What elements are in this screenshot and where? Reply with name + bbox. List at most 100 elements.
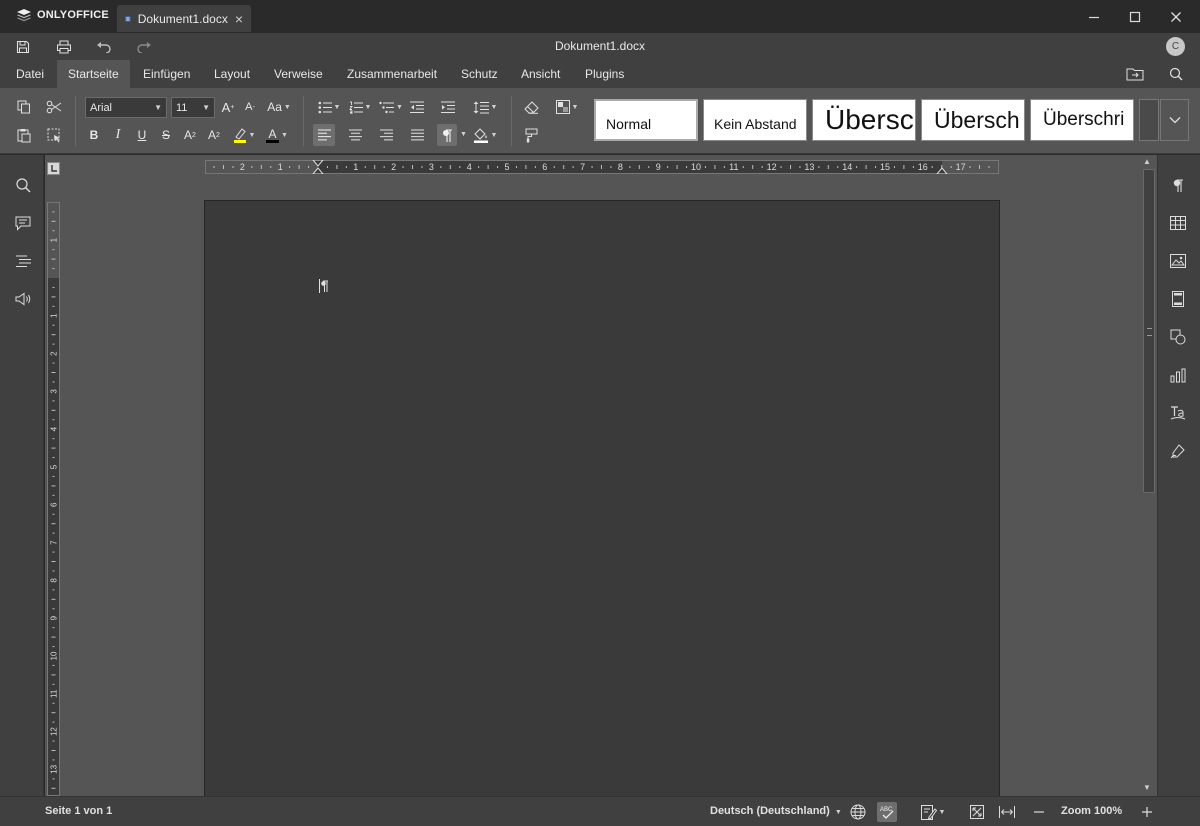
right-sidebar: [1157, 155, 1200, 796]
save-icon[interactable]: [14, 38, 32, 56]
signature-settings-icon[interactable]: [1166, 439, 1190, 463]
multilevel-list-button[interactable]: ▼: [377, 96, 405, 118]
scroll-up-icon[interactable]: ▲: [1143, 157, 1151, 166]
paragraph-shading-button[interactable]: ▼: [470, 124, 500, 146]
paragraph-settings-icon[interactable]: [1166, 173, 1190, 197]
chart-settings-icon[interactable]: [1166, 363, 1190, 387]
align-right-icon[interactable]: [375, 124, 397, 146]
clear-style-icon[interactable]: [520, 96, 542, 118]
copy-style-icon[interactable]: [520, 124, 542, 146]
zoom-out-icon[interactable]: [1029, 802, 1049, 822]
tab-datei[interactable]: Datei: [5, 60, 55, 88]
search-icon[interactable]: [1167, 65, 1185, 83]
redo-icon[interactable]: [135, 38, 153, 56]
close-tab-icon[interactable]: ×: [235, 11, 243, 27]
vertical-ruler[interactable]: 112345678910111213: [47, 202, 60, 796]
style-kein-abstand[interactable]: Kein Abstand: [703, 99, 807, 141]
scroll-grip-icon: [1147, 328, 1152, 336]
open-file-location-icon[interactable]: [1126, 65, 1144, 83]
highlight-color-button[interactable]: ▼: [229, 124, 259, 146]
print-icon[interactable]: [55, 38, 73, 56]
ruler-number: 11: [729, 162, 738, 172]
tab-ansicht[interactable]: Ansicht: [510, 60, 571, 88]
ruler-number: 12: [767, 162, 777, 172]
navigation-icon[interactable]: [11, 249, 35, 273]
decrease-font-button[interactable]: A-: [239, 96, 261, 118]
comments-icon[interactable]: [11, 211, 35, 235]
document-language-icon[interactable]: [848, 802, 868, 822]
vertical-scrollbar[interactable]: ▲ ▼: [1141, 155, 1157, 796]
track-changes-button[interactable]: ▼: [918, 802, 948, 822]
document-tab[interactable]: Dokument1.docx ×: [117, 5, 251, 32]
page-count[interactable]: Seite 1 von 1: [45, 805, 112, 817]
shape-settings-icon[interactable]: [1166, 325, 1190, 349]
font-color-button[interactable]: A ▼: [262, 124, 292, 146]
image-settings-icon[interactable]: [1166, 249, 1190, 273]
cut-icon[interactable]: [43, 96, 65, 118]
copy-icon[interactable]: [13, 96, 35, 118]
tab-zusammenarbeit[interactable]: Zusammenarbeit: [336, 60, 448, 88]
header-footer-settings-icon[interactable]: [1166, 287, 1190, 311]
style-heading-3[interactable]: Überschri: [1030, 99, 1134, 141]
undo-icon[interactable]: [95, 38, 113, 56]
justify-icon[interactable]: [406, 124, 428, 146]
italic-button[interactable]: I: [107, 124, 129, 146]
decrease-indent-icon[interactable]: [406, 96, 428, 118]
zoom-level[interactable]: Zoom 100%: [1061, 805, 1122, 817]
bold-button[interactable]: B: [83, 124, 105, 146]
subscript-button[interactable]: A2: [203, 124, 225, 146]
tab-layout[interactable]: Layout: [203, 60, 261, 88]
numbering-button[interactable]: ▼: [346, 96, 374, 118]
tab-stop-selector[interactable]: [47, 162, 60, 175]
nonprinting-dropdown-icon[interactable]: ▼: [460, 131, 467, 138]
change-case-button[interactable]: Aa ▼: [264, 96, 294, 118]
document-page[interactable]: [204, 200, 1000, 800]
ruler-number: 17: [956, 162, 966, 172]
style-heading-2[interactable]: Übersch: [921, 99, 1025, 141]
line-spacing-button[interactable]: ▼: [470, 96, 500, 118]
maximize-icon[interactable]: [1123, 7, 1147, 27]
style-normal[interactable]: Normal: [594, 99, 698, 141]
close-window-icon[interactable]: [1164, 7, 1188, 27]
spell-check-icon[interactable]: ABC: [877, 802, 897, 822]
select-all-icon[interactable]: [43, 124, 65, 146]
find-icon[interactable]: [11, 173, 35, 197]
align-left-icon[interactable]: [313, 124, 335, 146]
paste-icon[interactable]: [13, 124, 35, 146]
styles-expand-button[interactable]: [1160, 99, 1189, 141]
app-logo[interactable]: ONLYOFFICE: [16, 8, 109, 22]
user-avatar[interactable]: C: [1166, 37, 1185, 56]
text-art-settings-icon[interactable]: [1166, 401, 1190, 425]
fit-page-icon[interactable]: [967, 802, 987, 822]
app-brand-name: ONLYOFFICE: [37, 9, 109, 21]
ruler-number: 3: [50, 389, 59, 394]
bullets-button[interactable]: ▼: [315, 96, 343, 118]
onlyoffice-logo-icon: [17, 9, 31, 22]
minimize-icon[interactable]: [1082, 7, 1106, 27]
fit-width-icon[interactable]: [997, 802, 1017, 822]
tab-einfuegen[interactable]: Einfügen: [132, 60, 201, 88]
tab-verweise[interactable]: Verweise: [263, 60, 334, 88]
tab-startseite[interactable]: Startseite: [57, 60, 130, 88]
increase-font-button[interactable]: A +: [217, 96, 239, 118]
align-center-icon[interactable]: [344, 124, 366, 146]
zoom-in-icon[interactable]: [1137, 802, 1157, 822]
horizontal-ruler[interactable]: 2 1 1 2 3 4 5 6 7 8 9 10 11 12 13 14 15 16 17: [205, 160, 999, 174]
scroll-down-icon[interactable]: ▼: [1143, 783, 1151, 792]
color-scheme-button[interactable]: ▼: [552, 96, 582, 118]
style-heading-1[interactable]: Übersc: [812, 99, 916, 141]
feedback-icon[interactable]: [11, 287, 35, 311]
nonprinting-characters-icon[interactable]: [437, 124, 457, 146]
language-select[interactable]: Deutsch (Deutschland) ▼: [710, 805, 842, 817]
ruler-number: 16: [918, 162, 928, 172]
table-settings-icon[interactable]: [1166, 211, 1190, 235]
scrollbar-thumb[interactable]: [1143, 169, 1155, 493]
strikethrough-button[interactable]: S: [155, 124, 177, 146]
underline-button[interactable]: U: [131, 124, 153, 146]
superscript-button[interactable]: A2: [179, 124, 201, 146]
font-name-select[interactable]: Arial ▼: [85, 97, 167, 118]
font-size-select[interactable]: 11 ▼: [171, 97, 215, 118]
tab-plugins[interactable]: Plugins: [574, 60, 635, 88]
tab-schutz[interactable]: Schutz: [450, 60, 509, 88]
increase-indent-icon[interactable]: [437, 96, 459, 118]
